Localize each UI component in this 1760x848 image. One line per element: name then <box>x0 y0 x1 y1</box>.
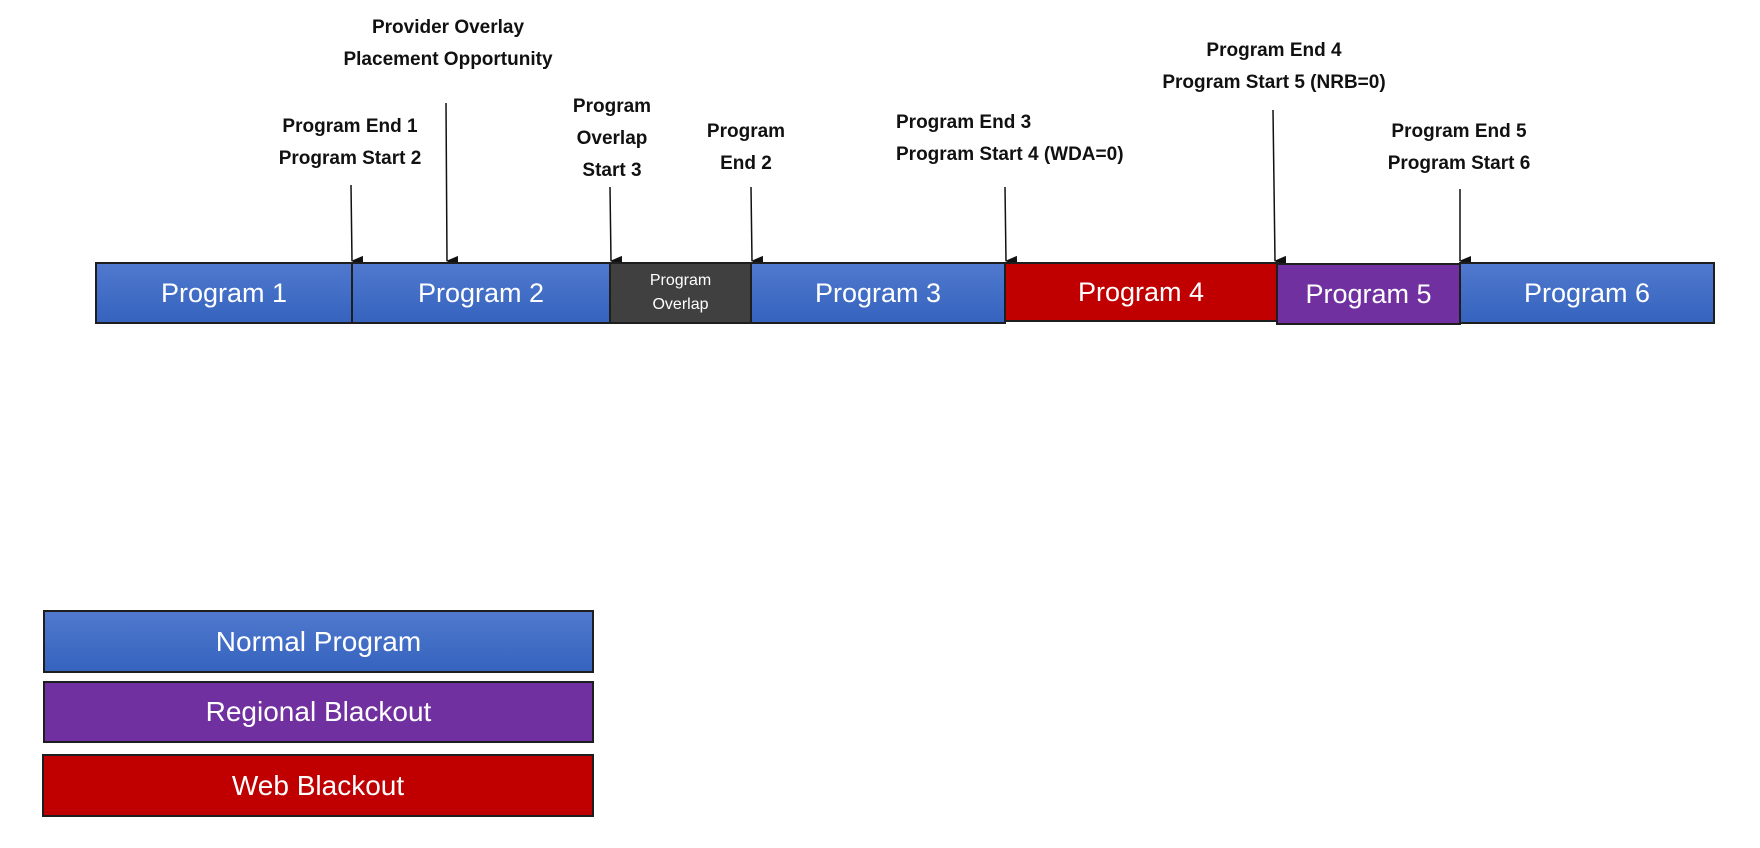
annotation-line: Program End 3 <box>896 112 1032 133</box>
legend-regional-blackout: Regional Blackout <box>43 681 594 743</box>
annotation-program-end-2: Program End 2 <box>707 116 785 180</box>
annotation-provider-overlay: Provider Overlay Placement Opportunity <box>343 12 552 76</box>
arrow-program-end-2 <box>750 186 764 266</box>
segment-program-1: Program 1 <box>95 262 353 324</box>
annotation-program-end-5: Program End 5 Program Start 6 <box>1388 116 1531 180</box>
annotation-line: Provider Overlay <box>371 17 525 38</box>
arrow-provider-overlay <box>445 102 459 266</box>
arrow-program-end-3 <box>1004 186 1018 266</box>
annotation-line: Start 3 <box>582 160 642 181</box>
annotation-line: Overlap <box>576 128 648 149</box>
annotation-program-end-3: Program End 3 Program Start 4 (WDA=0) <box>896 107 1124 171</box>
arrow-overlap-start-3 <box>609 186 623 266</box>
annotation-program-end-4: Program End 4 Program Start 5 (NRB=0) <box>1162 35 1385 99</box>
annotation-program-end-1: Program End 1 Program Start 2 <box>279 111 422 175</box>
annotation-line: Program <box>572 96 652 117</box>
annotation-line: Program Start 4 (WDA=0) <box>896 144 1124 165</box>
legend-normal-program: Normal Program <box>43 610 594 673</box>
segment-program-6: Program 6 <box>1459 262 1715 324</box>
segment-program-3: Program 3 <box>750 262 1006 324</box>
legend-web-blackout: Web Blackout <box>42 754 594 817</box>
annotation-line: Placement Opportunity <box>343 49 553 70</box>
annotation-line: Program Start 2 <box>278 148 422 169</box>
annotation-line: Program Start 6 <box>1387 153 1531 174</box>
segment-program-overlap: Program Overlap <box>609 262 752 324</box>
segment-program-2: Program 2 <box>351 262 611 324</box>
annotation-line: End 2 <box>720 153 772 174</box>
arrow-program-end-4 <box>1272 109 1287 266</box>
annotation-line: Program End 1 <box>282 116 418 137</box>
segment-program-5: Program 5 <box>1276 263 1461 325</box>
annotation-line: Program <box>706 121 786 142</box>
annotation-line: Program Start 5 (NRB=0) <box>1162 72 1386 93</box>
annotation-overlap-start-3: Program Overlap Start 3 <box>573 91 651 187</box>
segment-program-4: Program 4 <box>1004 262 1278 322</box>
annotation-line: Program End 5 <box>1391 121 1527 142</box>
annotation-line: Program End 4 <box>1206 40 1342 61</box>
program-timeline-diagram: Program End 1 Program Start 2 Provider O… <box>0 0 1760 848</box>
arrow-program-end-1 <box>350 184 364 266</box>
